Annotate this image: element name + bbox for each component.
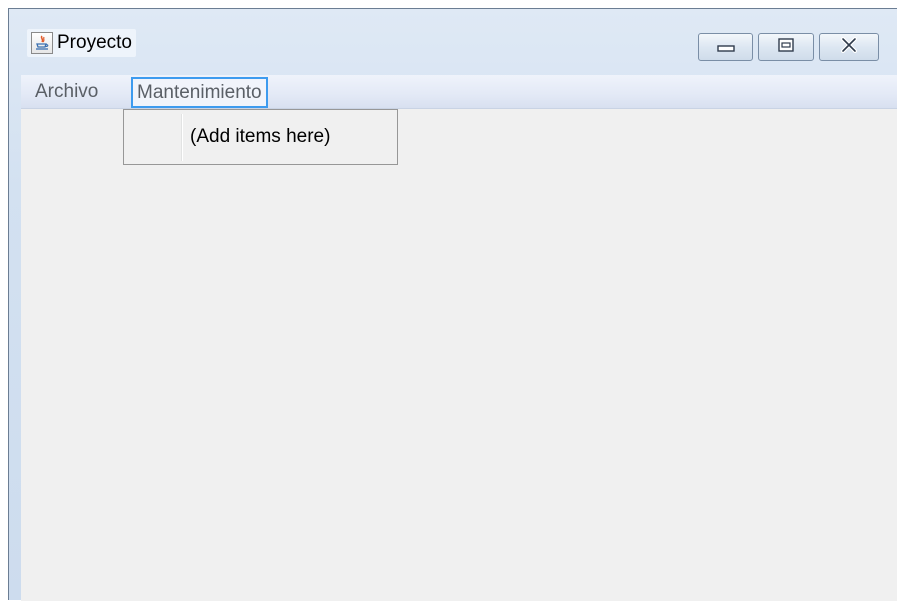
minimize-button[interactable] — [698, 33, 753, 61]
maximize-icon — [777, 37, 795, 57]
title-group: Proyecto — [27, 29, 136, 57]
mantenimiento-dropdown: (Add items here) — [123, 109, 398, 165]
content-pane — [21, 109, 897, 601]
close-button[interactable] — [819, 33, 879, 61]
dropdown-icon-gutter — [181, 114, 182, 161]
menu-bar: Archivo Mantenimiento — [21, 75, 897, 109]
app-window: Proyecto Archivo Mantenimiento (Add item… — [8, 8, 897, 601]
title-bar[interactable]: Proyecto — [9, 9, 897, 73]
dropdown-item-add-items[interactable]: (Add items here) — [190, 110, 330, 164]
menu-archivo[interactable]: Archivo — [31, 75, 102, 108]
close-icon — [839, 37, 859, 57]
java-icon[interactable] — [31, 32, 53, 54]
maximize-button[interactable] — [758, 33, 814, 61]
window-title: Proyecto — [57, 32, 132, 53]
minimize-icon — [716, 38, 736, 57]
menu-mantenimiento[interactable]: Mantenimiento — [131, 77, 268, 108]
